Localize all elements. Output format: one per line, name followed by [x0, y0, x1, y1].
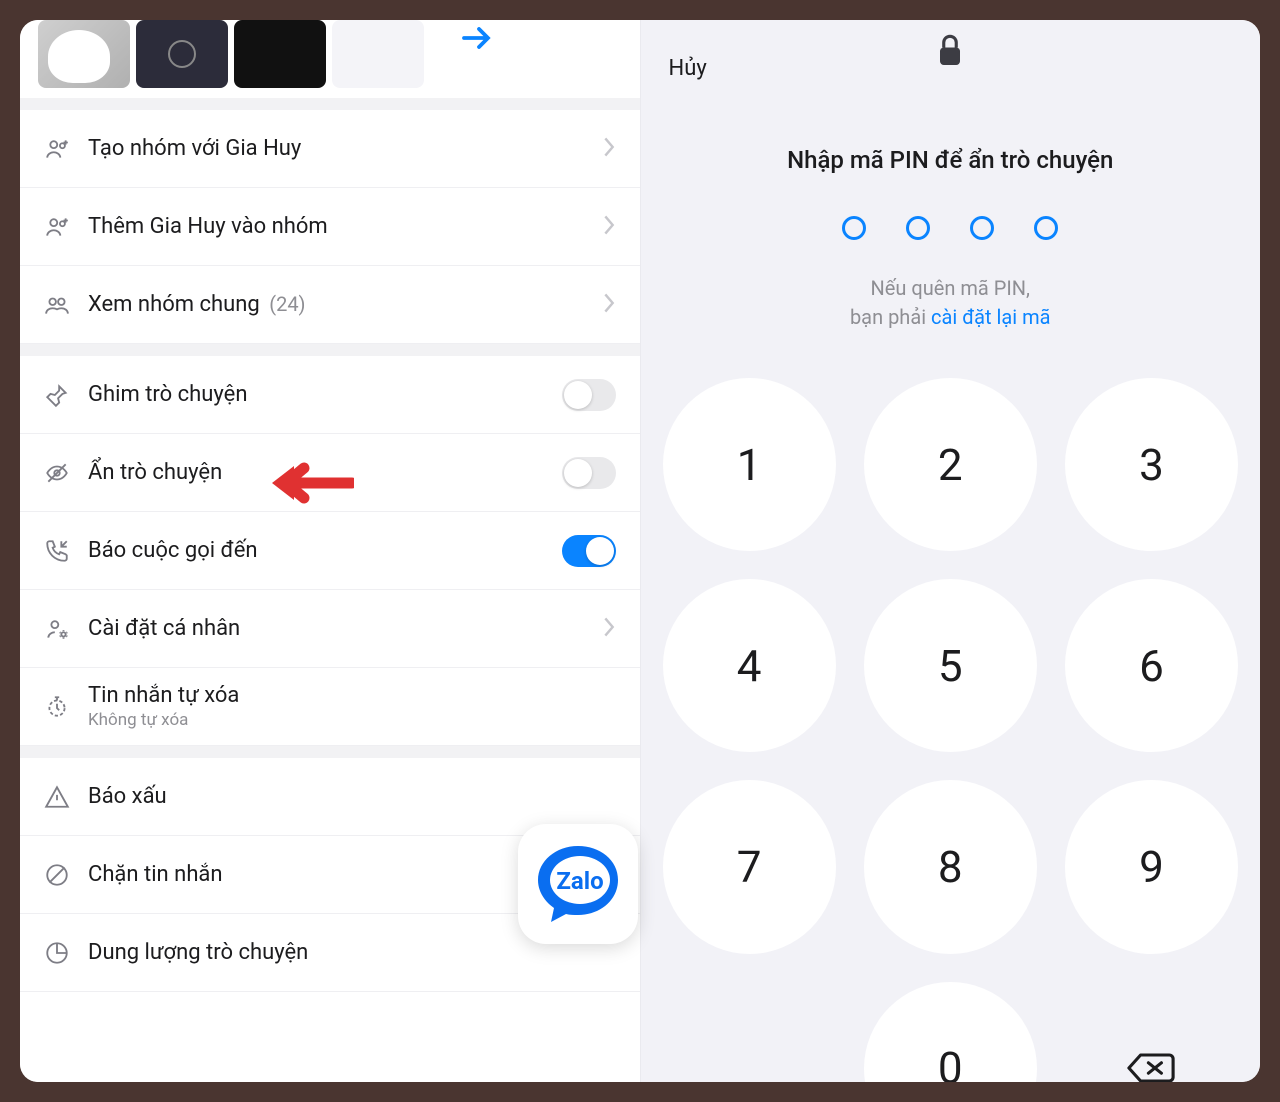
row-label: Tin nhắn tự xóa	[88, 683, 616, 708]
pin-dot	[906, 216, 930, 240]
row-label: Tạo nhóm với Gia Huy	[88, 136, 602, 161]
pin-dot	[1034, 216, 1058, 240]
pin-dots	[641, 216, 1261, 240]
phone-incoming-icon	[44, 538, 88, 564]
key-0[interactable]: 0	[864, 982, 1037, 1082]
row-label: Cài đặt cá nhân	[88, 616, 602, 641]
media-thumb[interactable]	[136, 20, 228, 88]
key-8[interactable]: 8	[864, 780, 1037, 953]
group-count: (24)	[269, 292, 305, 316]
call-notify-toggle[interactable]	[562, 535, 616, 567]
hide-chat-toggle[interactable]	[562, 457, 616, 489]
pin-chat-toggle[interactable]	[562, 379, 616, 411]
key-5[interactable]: 5	[864, 579, 1037, 752]
row-label: Báo xấu	[88, 784, 616, 809]
pin-keypad: 1 2 3 4 5 6 7 8 9 0	[641, 378, 1261, 1082]
row-call-notify[interactable]: Báo cuộc gọi đến	[20, 512, 640, 590]
row-label: Xem nhóm chung (24)	[88, 292, 602, 317]
key-blank	[663, 982, 836, 1082]
row-auto-delete[interactable]: Tin nhắn tự xóa Không tự xóa	[20, 668, 640, 746]
key-9[interactable]: 9	[1065, 780, 1238, 953]
key-1[interactable]: 1	[663, 378, 836, 551]
row-label: Dung lượng trò chuyện	[88, 940, 616, 965]
group-add-icon	[44, 214, 88, 240]
row-pin-chat[interactable]: Ghim trò chuyện	[20, 356, 640, 434]
pin-dot	[842, 216, 866, 240]
pin-hint: Nếu quên mã PIN, bạn phải cài đặt lại mã	[641, 274, 1261, 332]
group-add-icon	[44, 136, 88, 162]
block-icon	[44, 862, 88, 888]
chevron-right-icon	[602, 136, 616, 162]
chevron-right-icon	[602, 214, 616, 240]
group-icon	[44, 292, 88, 318]
media-thumb[interactable]	[234, 20, 326, 88]
row-label: Ghim trò chuyện	[88, 382, 562, 407]
reset-pin-link[interactable]: cài đặt lại mã	[931, 305, 1051, 329]
key-7[interactable]: 7	[663, 780, 836, 953]
chevron-right-icon	[602, 616, 616, 642]
media-more-arrow[interactable]	[430, 20, 522, 88]
key-2[interactable]: 2	[864, 378, 1037, 551]
pin-title: Nhập mã PIN để ẩn trò chuyện	[641, 146, 1261, 174]
media-thumb[interactable]	[38, 20, 130, 88]
warning-icon	[44, 784, 88, 810]
row-personal-settings[interactable]: Cài đặt cá nhân	[20, 590, 640, 668]
timer-icon	[44, 694, 88, 720]
pin-icon	[44, 382, 88, 408]
row-label: Báo cuộc gọi đến	[88, 538, 562, 563]
pin-dot	[970, 216, 994, 240]
eye-off-icon	[44, 460, 88, 486]
key-3[interactable]: 3	[1065, 378, 1238, 551]
key-backspace[interactable]	[1065, 982, 1238, 1082]
svg-text:Zalo: Zalo	[556, 867, 603, 895]
pie-chart-icon	[44, 940, 88, 966]
row-create-group[interactable]: Tạo nhóm với Gia Huy	[20, 110, 640, 188]
pin-entry-panel: Hủy Nhập mã PIN để ẩn trò chuyện Nếu quê…	[640, 20, 1261, 1082]
lock-icon	[935, 32, 965, 72]
row-label: Thêm Gia Huy vào nhóm	[88, 214, 602, 239]
media-preview-row	[20, 20, 640, 98]
cancel-button[interactable]: Hủy	[669, 56, 707, 81]
key-6[interactable]: 6	[1065, 579, 1238, 752]
user-gear-icon	[44, 616, 88, 642]
zalo-logo-badge: Zalo	[518, 824, 638, 944]
annotation-arrow	[264, 458, 354, 512]
row-sublabel: Không tự xóa	[88, 710, 616, 730]
media-thumb[interactable]	[332, 20, 424, 88]
row-common-groups[interactable]: Xem nhóm chung (24)	[20, 266, 640, 344]
chevron-right-icon	[602, 292, 616, 318]
key-4[interactable]: 4	[663, 579, 836, 752]
row-add-to-group[interactable]: Thêm Gia Huy vào nhóm	[20, 188, 640, 266]
